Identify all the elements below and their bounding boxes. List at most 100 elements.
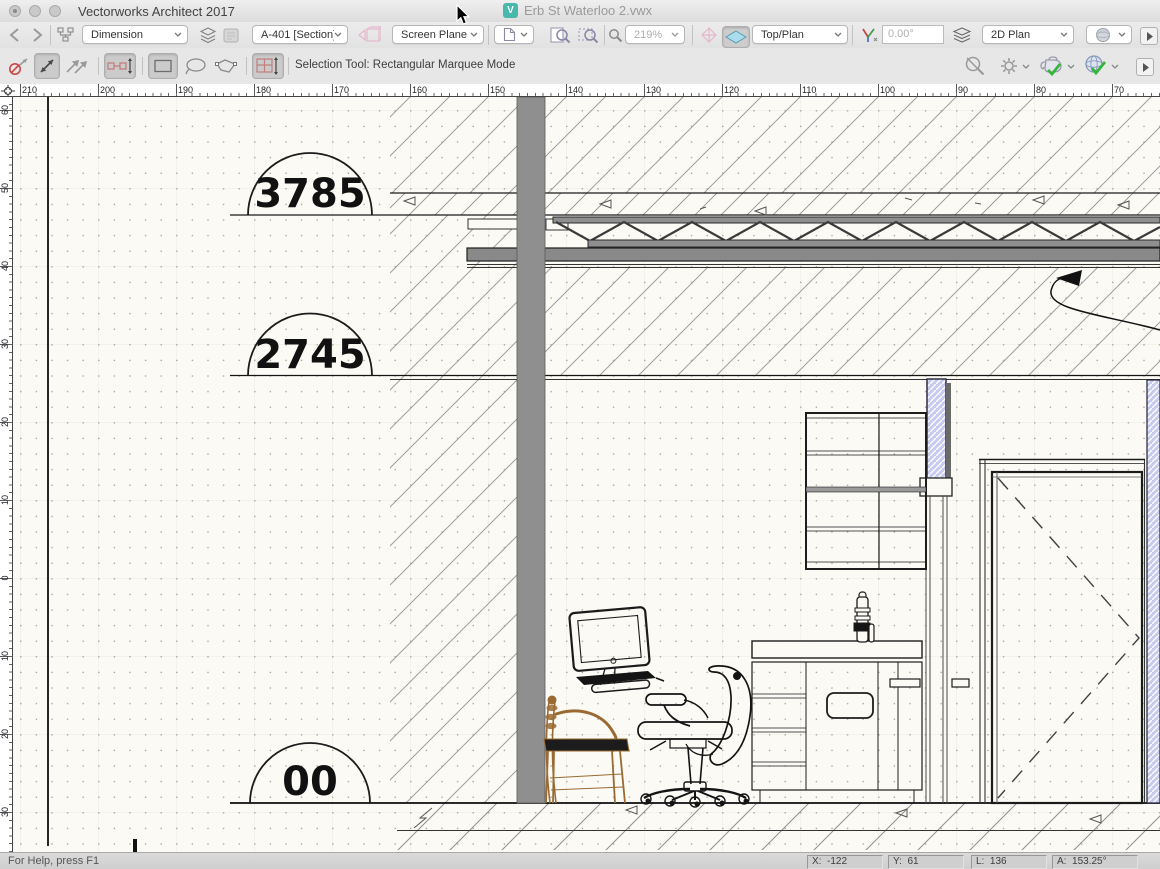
magnifier-icon (608, 28, 623, 43)
diagonal-arrow-icon (37, 56, 57, 76)
vertical-ruler[interactable]: 6050403020100102030 (0, 97, 13, 852)
ruler-number: 0 (0, 569, 10, 587)
structural-column[interactable] (517, 97, 545, 803)
polygon-marquee-mode[interactable] (212, 53, 240, 79)
toolbar-overflow-button[interactable] (1140, 27, 1158, 45)
forward-arrow-icon (31, 28, 43, 42)
view-dropdown[interactable]: Top/Plan (752, 25, 848, 44)
chevron-down-icon (671, 32, 679, 37)
double-diagonal-arrow-icon (64, 56, 90, 76)
tool-set-dropdown[interactable]: Dimension (82, 25, 188, 44)
chevron-down-icon (1060, 32, 1068, 37)
render-sphere-icon (1095, 27, 1112, 43)
arrow-prohibit-icon (8, 56, 30, 76)
ruler-number: 40 (0, 257, 10, 275)
forward-button[interactable] (28, 26, 46, 44)
layer-plane-button[interactable] (950, 26, 974, 44)
interactive-scaling-single-mode[interactable] (34, 53, 60, 79)
length-field[interactable]: L: 136 (971, 855, 1047, 869)
application-window: Vectorworks Architect 2017 V Erb St Wate… (0, 0, 1160, 869)
angle-field[interactable]: A: 153.25° (1052, 855, 1138, 869)
ruler-number: 160 (412, 85, 427, 95)
ruler-number: 80 (1036, 85, 1046, 95)
disable-interactive-scaling-mode[interactable] (6, 53, 32, 79)
fit-to-page-button[interactable] (548, 25, 572, 45)
pink-plane-icon (699, 27, 719, 43)
gray-document-icon (223, 28, 239, 43)
tool-set-dropdown-label: Dimension (91, 29, 143, 41)
ruler-origin-corner[interactable] (0, 84, 16, 97)
toolbar-separator (246, 57, 247, 75)
rectangular-marquee-mode[interactable] (148, 53, 178, 79)
ruler-number: 50 (0, 179, 10, 197)
rectangle-marquee-icon (153, 58, 173, 74)
zoom-window-button[interactable] (49, 5, 61, 17)
polygon-lasso-icon (214, 57, 238, 75)
zoom-level-value: 219% (634, 29, 662, 41)
active-plane-button[interactable] (722, 26, 750, 48)
zoom-tool-button[interactable] (607, 27, 623, 43)
right-triangle-icon (1142, 63, 1149, 72)
status-bar: For Help, press F1 X: -122 Y: 61 L: 136 … (0, 852, 1160, 869)
ruler-number: 10 (0, 491, 10, 509)
layers-button[interactable] (198, 26, 218, 44)
plan-mode-dropdown-label: 2D Plan (991, 29, 1030, 41)
close-icon (13, 9, 17, 13)
rotation-angle-field[interactable]: 0.00° (882, 25, 944, 44)
coordinate-x-field[interactable]: X: -122 (807, 855, 883, 869)
sheet-layer-dropdown[interactable]: A-401 [Section] (252, 25, 348, 44)
document-title-group: V Erb St Waterloo 2.vwx (503, 3, 652, 18)
countertop (752, 641, 922, 658)
section-drawing[interactable]: 3785 2745 00 (13, 97, 1160, 852)
lasso-marquee-mode[interactable] (182, 53, 210, 79)
ruler-number: 10 (0, 647, 10, 665)
faucet-lever (869, 624, 874, 642)
cyan-plane-icon (725, 30, 747, 44)
mouse-cursor (456, 4, 472, 26)
plane-mode-dropdown[interactable]: Screen Plane (392, 25, 484, 44)
unified-view-button[interactable] (698, 26, 720, 44)
working-plane-axes-button[interactable] (858, 26, 880, 44)
dimension-bars-icon (107, 57, 133, 75)
close-window-button[interactable] (9, 5, 21, 17)
ruler-number: 150 (490, 85, 505, 95)
chevron-down-icon (470, 32, 478, 37)
snap-to-object-mode[interactable] (252, 53, 284, 79)
chevron-down-icon (1111, 64, 1119, 69)
render-current-view-button[interactable] (1036, 54, 1076, 78)
no-render-button[interactable] (960, 55, 990, 77)
cabinet-bar-handle (890, 679, 920, 687)
layer-options-button[interactable] (222, 26, 240, 44)
minimize-window-button[interactable] (29, 5, 41, 17)
saved-views-button[interactable] (56, 26, 76, 44)
magnifier-x-icon (962, 55, 988, 77)
toolbar-separator (288, 57, 289, 75)
toolbar-separator (50, 25, 51, 45)
stacked-planes-icon (952, 27, 972, 44)
horizontal-ruler[interactable]: 2102001901801701601501401301201101009080… (16, 84, 1160, 97)
cabinet-height-icon (255, 56, 281, 76)
coordinate-y-field[interactable]: Y: 61 (888, 855, 964, 869)
right-glazing-strip[interactable] (1147, 380, 1160, 803)
ruler-number: 30 (0, 335, 10, 353)
dimension-constraint-mode[interactable] (104, 53, 136, 79)
fit-to-objects-button[interactable] (576, 25, 600, 45)
connected-nodes-icon (57, 27, 75, 43)
render-mode-dropdown[interactable] (1086, 25, 1132, 44)
render-sheet-button[interactable] (1080, 54, 1120, 78)
chevron-down-icon (1022, 64, 1030, 69)
back-button[interactable] (6, 26, 24, 44)
zoom-level-combo[interactable]: 219% (625, 25, 685, 44)
previous-view-button[interactable] (356, 26, 382, 44)
mode-bar-overflow-button[interactable] (1136, 58, 1154, 76)
ruler-number: 30 (0, 803, 10, 821)
chevron-down-icon (174, 32, 182, 37)
ruler-number: 140 (568, 85, 583, 95)
interactive-scaling-multi-mode[interactable] (62, 53, 92, 79)
document-settings-dropdown[interactable] (494, 25, 534, 44)
plan-mode-dropdown[interactable]: 2D Plan (982, 25, 1074, 44)
drawing-canvas[interactable]: 3785 2745 00 (13, 97, 1160, 852)
render-settings-button[interactable] (996, 55, 1032, 77)
chevron-down-icon (1067, 64, 1075, 69)
magnifier-marquee-icon (577, 25, 599, 45)
